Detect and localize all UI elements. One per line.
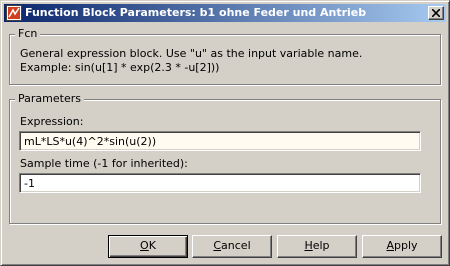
fcn-group: Fcn General expression block. Use "u" as… (9, 27, 441, 85)
ok-button[interactable]: OK (108, 235, 188, 258)
description-line-1: General expression block. Use "u" as the… (20, 47, 363, 60)
fcn-group-label: Fcn (15, 27, 41, 41)
description-line-2: Example: sin(u[1] * exp(2.3 * -u[2])) (20, 61, 220, 74)
parameters-group-label: Parameters (15, 92, 84, 106)
apply-button[interactable]: Apply (362, 235, 442, 258)
expression-label: Expression: (20, 115, 84, 128)
cancel-button[interactable]: Cancel (192, 235, 272, 258)
help-button[interactable]: Help (277, 235, 357, 258)
title-bar[interactable]: Function Block Parameters: b1 ohne Feder… (4, 4, 446, 22)
simulink-block-icon (6, 5, 22, 21)
dialog-window: Function Block Parameters: b1 ohne Feder… (0, 0, 450, 266)
expression-input[interactable] (19, 131, 421, 151)
window-title: Function Block Parameters: b1 ohne Feder… (25, 6, 367, 19)
sample-time-label: Sample time (-1 for inherited): (20, 157, 188, 170)
close-icon (432, 9, 440, 17)
sample-time-input[interactable] (19, 173, 421, 193)
close-button[interactable] (428, 6, 444, 20)
parameters-group: Parameters Expression: Sample time (-1 f… (9, 92, 441, 224)
